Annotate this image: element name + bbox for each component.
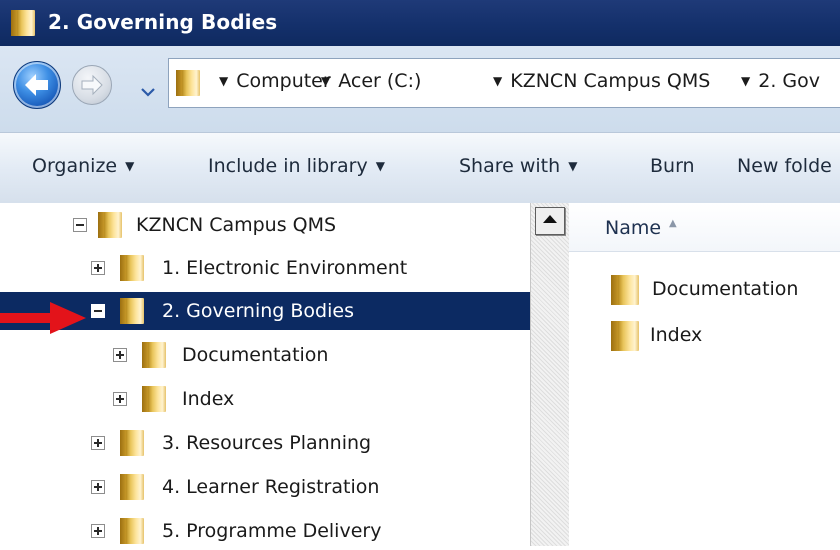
folder-icon: [119, 429, 145, 461]
file-item-documentation[interactable]: Documentation: [610, 272, 840, 308]
tree-item-label: 3. Resources Planning: [162, 432, 372, 454]
column-header-name[interactable]: Name ▲: [569, 203, 840, 252]
tree-item-label: Documentation: [182, 344, 329, 366]
scroll-up-arrow-icon[interactable]: [535, 207, 565, 235]
share-with-button[interactable]: Share with ▼: [459, 155, 577, 177]
forward-arrow-icon: [81, 74, 103, 96]
new-folder-button[interactable]: New folde: [737, 155, 832, 177]
folder-icon: [97, 211, 123, 243]
include-in-library-button[interactable]: Include in library ▼: [208, 155, 385, 177]
forward-button[interactable]: [72, 65, 112, 105]
tree-item-label: 1. Electronic Environment: [162, 257, 408, 279]
chevron-down-icon: ▼: [375, 159, 385, 173]
collapse-expander-icon[interactable]: [73, 218, 87, 232]
breadcrumb-computer[interactable]: ▼ Computer: [219, 70, 331, 92]
folder-icon: [175, 69, 201, 101]
tree-item-label: KZNCN Campus QMS: [136, 214, 337, 236]
breadcrumb-governing-bodies[interactable]: ▼ 2. Gov: [741, 70, 820, 92]
folder-icon: [141, 341, 167, 373]
expand-expander-icon[interactable]: [91, 524, 105, 538]
column-header-label: Name: [605, 217, 662, 239]
burn-button[interactable]: Burn: [650, 155, 695, 177]
breadcrumb-chevron-icon[interactable]: ▼: [219, 74, 228, 88]
tree-item-label: 2. Governing Bodies: [162, 300, 354, 322]
tree-item-learner-registration[interactable]: 4. Learner Registration: [0, 468, 530, 506]
tree-item-label: Index: [182, 388, 235, 410]
address-bar[interactable]: ▼ Computer ▼ Acer (C:) ▼ KZNCN Campus QMS ▼…: [168, 58, 840, 108]
tree-item-label: 4. Learner Registration: [162, 476, 380, 498]
expand-expander-icon[interactable]: [91, 261, 105, 275]
expand-expander-icon[interactable]: [113, 392, 127, 406]
folder-icon: [119, 254, 145, 286]
tree-item-index[interactable]: Index: [0, 380, 530, 418]
folder-icon: [119, 297, 145, 329]
expand-expander-icon[interactable]: [91, 480, 105, 494]
folder-icon: [610, 320, 640, 356]
sort-ascending-icon: ▲: [669, 218, 677, 229]
tree-item-resources-planning[interactable]: 3. Resources Planning: [0, 424, 530, 462]
back-button[interactable]: [13, 61, 61, 109]
tree-item-documentation[interactable]: Documentation: [0, 336, 530, 374]
window-title: 2. Governing Bodies: [48, 10, 278, 34]
breadcrumb-campus-qms[interactable]: ▼ KZNCN Campus QMS: [493, 70, 710, 92]
folder-icon: [141, 385, 167, 417]
file-item-index[interactable]: Index: [610, 318, 840, 354]
folder-icon: [119, 473, 145, 505]
chevron-down-icon: ▼: [568, 159, 578, 173]
history-dropdown-icon[interactable]: [140, 82, 156, 101]
nav-pane-scrollbar[interactable]: [530, 203, 570, 546]
folder-icon: [10, 9, 36, 41]
chevron-down-icon: ▼: [125, 159, 135, 173]
tree-item-programme-delivery[interactable]: 5. Programme Delivery: [0, 512, 530, 550]
file-item-label: Documentation: [652, 278, 799, 300]
breadcrumb-drive[interactable]: ▼ Acer (C:): [321, 70, 421, 92]
organize-button[interactable]: Organize ▼: [32, 155, 134, 177]
red-annotation-arrow-icon: [0, 300, 88, 340]
breadcrumb-chevron-icon[interactable]: ▼: [741, 74, 750, 88]
expand-expander-icon[interactable]: [91, 436, 105, 450]
expand-expander-icon[interactable]: [113, 348, 127, 362]
file-list-pane: [569, 203, 840, 546]
folder-icon: [119, 517, 145, 549]
breadcrumb-chevron-icon[interactable]: ▼: [321, 74, 330, 88]
command-bar: Organize ▼ Include in library ▼ Share with…: [0, 132, 840, 204]
file-item-label: Index: [650, 324, 703, 346]
folder-icon: [610, 274, 640, 310]
tree-item-kzncn-campus-qms[interactable]: KZNCN Campus QMS: [0, 206, 530, 244]
tree-item-label: 5. Programme Delivery: [162, 520, 382, 542]
title-bar[interactable]: 2. Governing Bodies: [0, 0, 840, 46]
collapse-expander-icon[interactable]: [91, 304, 105, 318]
back-arrow-icon: [25, 74, 48, 96]
tree-item-electronic-environment[interactable]: 1. Electronic Environment: [0, 249, 530, 287]
breadcrumb-chevron-icon[interactable]: ▼: [493, 74, 502, 88]
